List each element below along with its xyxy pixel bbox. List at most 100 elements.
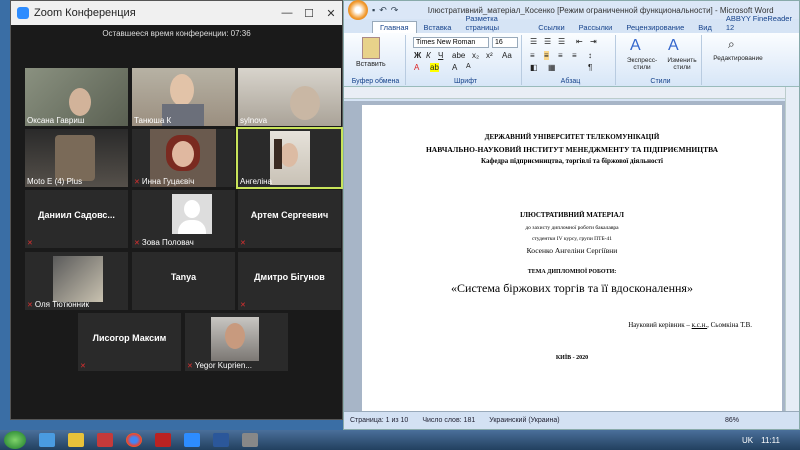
superscript-button[interactable]: x² <box>486 51 493 60</box>
zoom-titlebar: Zoom Конференция — ☐ ✕ <box>11 1 342 25</box>
find-icon[interactable]: ⌕ <box>728 37 735 52</box>
vertical-scrollbar[interactable] <box>785 87 799 413</box>
participant-tile[interactable]: Артем Сергеевич ✕ <box>238 190 341 248</box>
editing-group: ⌕ Редактирование <box>706 35 770 85</box>
change-case-button[interactable]: Aa <box>502 51 512 60</box>
word-app-icon[interactable] <box>213 433 229 447</box>
chrome-icon[interactable] <box>126 433 142 447</box>
decrease-indent-icon[interactable]: ⇤ <box>576 37 583 46</box>
italic-button[interactable]: К <box>426 51 431 60</box>
participant-tile[interactable]: Moto E (4) Plus <box>25 129 128 187</box>
participant-tile[interactable]: ✕ Оля Тютюнник <box>25 252 128 310</box>
muted-mic-icon: ✕ <box>27 301 33 309</box>
paste-button[interactable]: Вставить <box>356 61 386 68</box>
paste-icon[interactable] <box>362 37 380 59</box>
ie-icon[interactable] <box>39 433 55 447</box>
tab-insert[interactable]: Вставка <box>417 22 459 33</box>
participant-name: sylnova <box>240 116 268 125</box>
office-button[interactable] <box>348 0 368 20</box>
zoom-app-icon[interactable] <box>184 433 200 447</box>
numbering-icon[interactable]: ☰ <box>544 37 551 46</box>
language[interactable]: Украинский (Украина) <box>489 417 559 424</box>
shrink-font-button[interactable]: A <box>466 63 471 70</box>
tab-view[interactable]: Вид <box>691 22 719 33</box>
zoom-level[interactable]: 86% <box>725 417 799 424</box>
word-count[interactable]: Число слов: 181 <box>422 417 475 424</box>
muted-mic-icon: ✕ <box>240 302 246 309</box>
participant-tile[interactable]: Оксана Гавриш <box>25 68 128 126</box>
participant-tile-active-speaker[interactable]: Ангеліна <box>236 127 343 189</box>
tab-mailings[interactable]: Рассылки <box>572 22 620 33</box>
participant-tile[interactable]: Танюша К <box>132 68 235 126</box>
borders-icon[interactable]: ▦ <box>548 63 556 72</box>
highlight-icon[interactable]: ab <box>430 63 439 72</box>
participant-tile[interactable]: sylnova <box>238 68 341 126</box>
doc-line: студентки IV курсу, групи ПТБ-41 <box>531 236 612 242</box>
font-name-select[interactable]: Times New Roman <box>413 37 489 48</box>
participant-tile[interactable]: Дмитро Бігунов ✕ <box>238 252 341 310</box>
increase-indent-icon[interactable]: ⇥ <box>590 37 597 46</box>
meeting-timer: Оставшееся время конференции: 07:36 <box>102 29 251 38</box>
doc-text: Науковий керівник – <box>628 321 692 329</box>
tab-review[interactable]: Рецензирование <box>619 22 691 33</box>
text-color-icon[interactable]: A <box>414 63 419 72</box>
page-count[interactable]: Страница: 1 из 10 <box>350 417 408 424</box>
bullets-icon[interactable]: ☰ <box>530 37 537 46</box>
tab-references[interactable]: Ссылки <box>531 22 571 33</box>
undo-icon[interactable]: ↶ <box>379 5 387 16</box>
zoom-logo-icon <box>17 7 29 19</box>
participant-name: Moto E (4) Plus <box>27 177 83 186</box>
line-spacing-icon[interactable]: ↕ <box>588 51 592 60</box>
participant-tile[interactable]: Лисогор Максим ✕ <box>78 313 181 371</box>
start-button[interactable] <box>4 431 26 449</box>
horizontal-ruler[interactable] <box>344 87 799 99</box>
tab-home[interactable]: Главная <box>372 21 417 33</box>
participant-name: Tanya <box>170 272 197 282</box>
participant-tile[interactable]: ✕ Инна Гуцаєвіч <box>132 129 235 187</box>
participant-tile[interactable]: Tanya <box>132 252 235 310</box>
tab-page-layout[interactable]: Разметка страницы <box>458 13 531 33</box>
justify-icon[interactable]: ≡ <box>572 51 577 60</box>
language-indicator[interactable]: UK <box>742 436 753 445</box>
participant-name: Инна Гуцаєвіч <box>141 177 195 186</box>
minimize-button[interactable]: — <box>276 7 298 20</box>
clock[interactable]: 11:11 <box>761 436 780 445</box>
align-center-icon[interactable]: ≡ <box>544 51 549 60</box>
multilevel-list-icon[interactable]: ☰ <box>558 37 565 46</box>
app-icon[interactable] <box>242 433 258 447</box>
styles-group: A A Экспресс-стили Изменить стили Стили <box>620 35 702 85</box>
folder-icon[interactable] <box>68 433 84 447</box>
save-icon[interactable]: ▪ <box>372 5 375 15</box>
express-styles-button[interactable]: Экспресс-стили <box>620 57 664 71</box>
pdf-icon[interactable] <box>155 433 171 447</box>
doc-line: Науковий керівник – к.с.н., Сьомкіна Т.В… <box>362 321 782 329</box>
express-styles-icon[interactable]: A <box>630 37 641 55</box>
redo-icon[interactable]: ↷ <box>391 5 399 16</box>
maximize-button[interactable]: ☐ <box>298 7 320 20</box>
tab-abbyy[interactable]: ABBYY FineReader 12 <box>719 13 799 33</box>
close-button[interactable]: ✕ <box>320 7 342 20</box>
participant-tile[interactable]: ✕ Зова Половач <box>132 190 235 248</box>
editing-button[interactable]: Редактирование <box>706 55 770 62</box>
change-styles-icon[interactable]: A <box>668 37 679 55</box>
bold-button[interactable]: Ж <box>414 51 421 60</box>
underline-button[interactable]: Ч <box>438 51 443 60</box>
paragraph-group-label: Абзац <box>560 78 581 85</box>
grow-font-button[interactable]: A <box>452 63 457 72</box>
align-left-icon[interactable]: ≡ <box>530 51 535 60</box>
shading-icon[interactable]: ◧ <box>530 63 538 72</box>
participant-tile[interactable]: Даниил Садовс... ✕ <box>25 190 128 248</box>
align-right-icon[interactable]: ≡ <box>558 51 563 60</box>
change-styles-button[interactable]: Изменить стили <box>662 57 702 71</box>
participant-name: Оля Тютюнник <box>34 300 90 309</box>
document-page[interactable]: ДЕРЖАВНИЙ УНІВЕРСИТЕТ ТЕЛЕКОМУНІКАЦІЙ НА… <box>362 105 782 413</box>
subscript-button[interactable]: x₂ <box>472 51 479 60</box>
muted-mic-icon: ✕ <box>187 362 193 370</box>
antivirus-icon[interactable] <box>97 433 113 447</box>
doc-line: КИЇВ - 2020 <box>555 355 589 361</box>
show-marks-icon[interactable]: ¶ <box>588 63 592 72</box>
participant-name: Yegor Kuprien... <box>194 361 252 370</box>
participant-tile[interactable]: ✕ Yegor Kuprien... <box>185 313 288 371</box>
strikethrough-button[interactable]: abe <box>452 51 465 60</box>
font-size-select[interactable]: 16 <box>492 37 518 48</box>
